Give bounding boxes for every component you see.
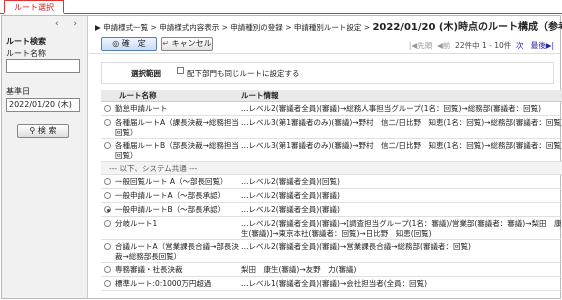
separator-text: --- 以下、システム共通 --- (101, 161, 562, 175)
breadcrumb-sep: > (150, 23, 157, 32)
col-route-name: ルート名称 (101, 90, 241, 102)
route-name-cell: 一般回覧ルート A（～部長回覧） (115, 174, 241, 189)
breadcrumb: ▶ 申請様式一覧 > 申請様式内容表示 > 申請種別の登録 > 申請種別ルート設… (95, 18, 562, 33)
route-info-cell: …レベル3(第1審議者のみ)(審議)→野村 信二/日比野 知恵(1名：回覧)→総… (241, 115, 562, 139)
panel-toggle-arrows[interactable]: ‹ › (55, 19, 83, 29)
route-radio[interactable] (104, 266, 111, 273)
search-button[interactable]: ⚲ 検 索 (17, 124, 69, 138)
route-name-cell: 各種届ルートA（課長決裁→総務担当回覧） (115, 115, 241, 139)
scope-checkbox-label: 配下部門も同じルートに設定する (187, 69, 300, 78)
route-search-title: ルート検索 (6, 37, 46, 46)
table-row[interactable]: 各種届ルートA（課長決裁→総務担当回覧） …レベル3(第1審議者のみ)(審議)→野… (101, 115, 562, 139)
breadcrumb-sep: > (285, 23, 292, 32)
tab-bar: ルート選択 (0, 0, 562, 14)
route-info-cell: …レベル2(審議者全員)(審議)→[調査担当グループ(1名：審議)/営業部(審議… (241, 216, 562, 240)
table-row[interactable]: 分岐ルート1 …レベル2(審議者全員)(審議)→[調査担当グループ(1名：審議)/… (101, 216, 562, 240)
breadcrumb-item[interactable]: 申請種別ルート設定 (294, 23, 362, 32)
route-name-cell: 専務審議・社長決裁 (115, 262, 241, 277)
route-info-cell: …レベル2(審議者全員)(審議) (241, 188, 562, 203)
route-name-cell: 勤怠申請ルート (115, 101, 241, 116)
route-name-cell: 一般申請ルートB（～部長承認） (115, 202, 241, 217)
route-radio[interactable] (104, 178, 111, 185)
cancel-label: キャンセル (171, 39, 212, 48)
window-frame: ‹ › ルート検索 ルート名称 基準日 2022/01/20 (木) ⚲ 検 索… (1, 15, 562, 299)
tab-route-select[interactable]: ルート選択 (4, 0, 64, 14)
route-radio[interactable] (104, 192, 111, 199)
route-info-cell: …レベル3(第1審議者のみ)(審議)→野村 信二/日比野 知恵(1名：回覧)→総… (241, 138, 562, 162)
breadcrumb-arrow-icon: ▶ (95, 23, 104, 32)
left-search-panel: ‹ › ルート検索 ルート名称 基準日 2022/01/20 (木) ⚲ 検 索 (2, 16, 88, 298)
prev-page-link[interactable]: ◀前 (437, 41, 450, 50)
selection-scope: 選択範囲 配下部門も同じルートに設定する (101, 62, 554, 84)
route-radio[interactable] (104, 105, 111, 112)
search-button-label: 検 索 (37, 126, 57, 135)
include-subdepartments-checkbox[interactable] (177, 67, 184, 74)
table-row[interactable]: 一般申請ルートA（～部長承認） …レベル2(審議者全員)(審議) (101, 188, 562, 203)
scope-label: 選択範囲 (131, 69, 161, 78)
route-name-cell: 各種届ルートB（部長決裁→総務担当回覧） (115, 138, 241, 162)
route-name-input[interactable] (6, 59, 80, 73)
route-info-cell: …レベル1(審議者全員)(審議)→会社担当者(全員：回覧) (241, 276, 562, 291)
route-info-cell: …レベル2(審議者全員)(回覧) (241, 174, 562, 189)
first-page-link[interactable]: |◀先頭 (409, 41, 432, 50)
route-info-cell: 梨田 康生(審議)→友野 力(審議) (241, 262, 562, 277)
main-panel: ▶ 申請様式一覧 > 申請様式内容表示 > 申請種別の登録 > 申請種別ルート設… (89, 16, 562, 298)
route-radio[interactable] (104, 142, 111, 149)
table-row[interactable]: 一般申請ルートB（～部長承認） …レベル2(審議者全員)(審議) (101, 202, 562, 217)
route-name-cell: 一般申請ルートA（～部長承認） (115, 188, 241, 203)
route-radio[interactable] (104, 243, 111, 250)
route-radio[interactable] (104, 119, 111, 126)
breadcrumb-sep: > (363, 23, 371, 32)
confirm-button[interactable]: ◎ 確 定 (101, 37, 157, 51)
breadcrumb-item[interactable]: 申請様式内容表示 (159, 23, 219, 32)
route-name-cell: 分岐ルート1 (115, 216, 241, 240)
breadcrumb-item[interactable]: 申請種別の登録 (230, 23, 283, 32)
table-row[interactable]: 勤怠申請ルート …レベル2(審議者全員)(審議)→総務人事担当グループ(1名：回覧… (101, 101, 562, 116)
magnifier-icon: ⚲ (29, 126, 36, 135)
route-radio[interactable] (104, 206, 111, 213)
route-name-cell: 合議ルートA（営業課長合議→部長決裁→総務部長回覧） (115, 239, 241, 263)
route-name-cell: 標準ルート:0:1000万円超過 (115, 276, 241, 291)
next-page-link[interactable]: 次 (516, 41, 524, 50)
route-info-cell: …レベル2(審議者全員)(審議)→営業課長合議→総務部(審議者：回覧) (241, 239, 562, 263)
table-row[interactable]: 一般回覧ルート A（～部長回覧） …レベル2(審議者全員)(回覧) (101, 174, 562, 189)
route-info-cell: …レベル2(審議者全員)(審議)→総務人事担当グループ(1名：回覧)→総務部(審… (241, 101, 562, 116)
route-radio[interactable] (104, 220, 111, 227)
route-info-cell: …レベル2(審議者全員)(審議) (241, 202, 562, 217)
breadcrumb-sep: > (221, 23, 228, 32)
base-date-input[interactable]: 2022/01/20 (木) (6, 98, 80, 112)
toolbar: ◎ 確 定 ↵ キャンセル |◀先頭 ◀前 22件中 1 - 10件 次 最後▶… (89, 34, 560, 54)
route-radio[interactable] (104, 280, 111, 287)
base-date-label: 基準日 (6, 87, 30, 96)
page-status: 22件中 1 - 10件 (455, 41, 512, 50)
pager: |◀先頭 ◀前 22件中 1 - 10件 次 最後▶| (409, 40, 554, 51)
confirm-label: 確 定 (121, 39, 146, 48)
separator-row: --- 以下、システム共通 --- (101, 161, 562, 175)
route-name-label: ルート名称 (6, 49, 46, 58)
table-row[interactable]: 標準ルート:0:1000万円超過 …レベル1(審議者全員)(審議)→会社担当者(全… (101, 276, 562, 291)
circle-icon: ◎ (112, 39, 122, 48)
page-title: 2022/01/20 (木)時点のルート構成（参考） (372, 22, 562, 33)
col-route-info: ルート情報 (241, 90, 562, 102)
table-row[interactable]: 専務審議・社長決裁 梨田 康生(審議)→友野 力(審議) (101, 262, 562, 277)
table-row[interactable]: 合議ルートA（営業課長合議→部長決裁→総務部長回覧） …レベル2(審議者全員)(審… (101, 239, 562, 263)
last-page-link[interactable]: 最後▶| (531, 41, 554, 50)
cancel-button[interactable]: ↵ キャンセル (161, 37, 213, 51)
route-table: ルート名称 ルート情報 勤怠申請ルート …レベル2(審議者全員)(審議)→総務人事… (101, 90, 562, 291)
table-row[interactable]: 各種届ルートB（部長決裁→総務担当回覧） …レベル3(第1審議者のみ)(審議)→野… (101, 138, 562, 162)
breadcrumb-item[interactable]: 申請様式一覧 (103, 23, 148, 32)
return-icon: ↵ (162, 39, 172, 48)
